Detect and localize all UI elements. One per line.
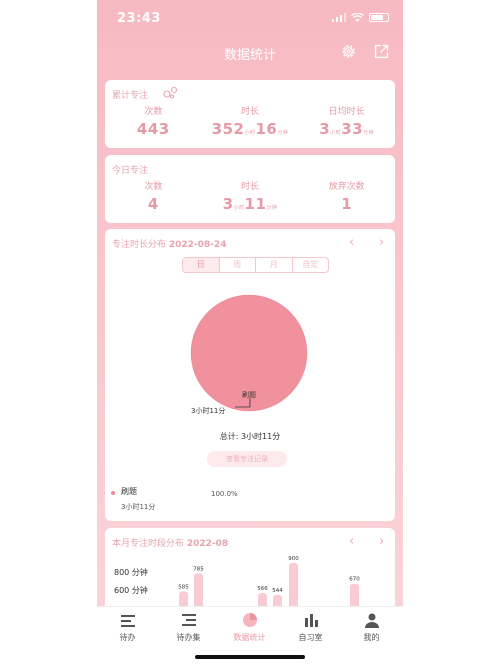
pie-chart-icon xyxy=(242,613,257,627)
legend-name: 刷题 xyxy=(121,487,137,496)
total-duration-stat: 时长 352小时16分钟 xyxy=(211,107,289,138)
bar-value-label: 670 xyxy=(349,577,360,583)
share-icon[interactable] xyxy=(373,43,390,60)
bar-value-label: 785 xyxy=(193,566,204,572)
list-icon xyxy=(120,615,135,627)
tab-statistics[interactable]: 数据统计 xyxy=(219,611,280,643)
today-focus-label: 今日专注 xyxy=(112,166,149,176)
today-abandon-stat: 放弃次数 1 xyxy=(328,182,365,213)
person-icon xyxy=(364,613,379,628)
view-records-button[interactable]: 查看专注记录 xyxy=(207,451,287,467)
y-tick-label: 800 分钟 xyxy=(114,567,148,577)
today-count-stat: 次数 4 xyxy=(144,182,163,213)
tab-me[interactable]: 我的 xyxy=(341,611,402,643)
segment-month[interactable]: 月 xyxy=(256,258,293,272)
segment-week[interactable]: 周 xyxy=(220,258,256,272)
bar-value-label: 566 xyxy=(257,586,268,592)
segment-custom[interactable]: 自定 xyxy=(293,258,329,272)
legend-percent: 100.0% xyxy=(211,490,238,498)
bar-value-label: 900 xyxy=(288,556,299,562)
total-duration: 总计: 3小时11分 xyxy=(219,432,281,441)
home-indicator xyxy=(195,655,305,659)
callout-time: 3小时11分 xyxy=(191,407,226,415)
phone-screen: 23:43 数据统计 累计专注 次数 443 时长 352小时16分钟 日均时长… xyxy=(97,0,403,667)
bar-value-label: 585 xyxy=(178,584,189,590)
total-focus-label: 累计专注 xyxy=(112,91,149,101)
next-day-button[interactable]: › xyxy=(379,235,384,250)
status-time: 23:43 xyxy=(117,11,161,26)
bar-chart-icon xyxy=(304,614,318,627)
total-daily-avg-stat: 日均时长 3小时33分钟 xyxy=(319,107,375,138)
signal-icon xyxy=(331,13,346,22)
distribution-card: 专注时长分布 2022-08-24 ‹ › 日 周 月 自定 刷题 3小时11分… xyxy=(105,229,395,521)
tab-todo[interactable]: 待办 xyxy=(97,611,158,643)
total-focus-card: 累计专注 次数 443 时长 352小时16分钟 日均时长 3小时33分钟 xyxy=(105,80,395,148)
tab-todo-collection[interactable]: 待办集 xyxy=(158,611,219,643)
collection-icon xyxy=(181,614,196,626)
range-segmented-control: 日 周 月 自定 xyxy=(182,257,329,273)
callout-name: 刷题 xyxy=(242,391,256,399)
tab-study-room[interactable]: 自习室 xyxy=(280,611,341,643)
nav-bar: 数据统计 xyxy=(97,36,403,68)
today-duration-stat: 时长 3小时11分钟 xyxy=(222,182,278,213)
wifi-icon xyxy=(351,13,364,22)
prev-day-button[interactable]: ‹ xyxy=(349,235,354,250)
status-bar: 23:43 xyxy=(97,0,403,36)
status-icons xyxy=(331,13,389,22)
gear-icon[interactable] xyxy=(340,43,357,60)
today-stats: 次数 4 时长 3小时11分钟 放弃次数 1 xyxy=(105,179,395,213)
page-title: 数据统计 xyxy=(223,48,276,63)
legend-dot xyxy=(111,491,115,495)
total-stats: 次数 443 时长 352小时16分钟 日均时长 3小时33分钟 xyxy=(105,104,395,138)
bar-value-label: 544 xyxy=(272,588,283,594)
segment-day[interactable]: 日 xyxy=(183,258,220,272)
today-focus-card: 今日专注 次数 4 时长 3小时11分钟 放弃次数 1 xyxy=(105,155,395,223)
distribution-title: 专注时长分布 2022-08-24 xyxy=(112,240,227,250)
bubbles-icon xyxy=(163,86,178,99)
battery-icon xyxy=(369,13,389,22)
legend-time: 3小时11分 xyxy=(121,503,156,511)
y-tick-label: 600 分钟 xyxy=(114,585,148,595)
total-count-stat: 次数 443 xyxy=(136,107,170,138)
